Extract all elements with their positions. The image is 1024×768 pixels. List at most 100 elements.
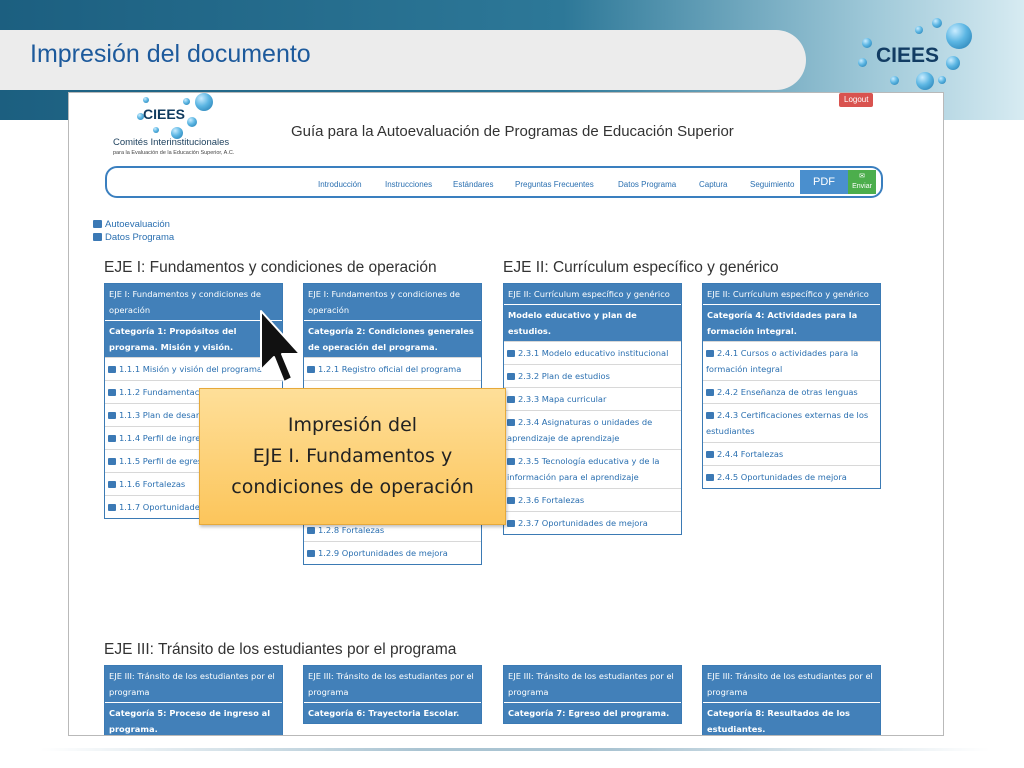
callout-box: Impresión del EJE I. Fundamentos y condi… — [199, 388, 506, 525]
app-logo-subtitle: Comités Interinstitucionales — [113, 137, 230, 148]
link-datos-programa[interactable]: Datos Programa — [93, 232, 174, 243]
bubble-icon — [932, 18, 942, 28]
slide-title: Impresión del documento — [30, 40, 311, 68]
bubble-icon — [946, 23, 972, 49]
nav-instrucciones[interactable]: Instrucciones — [385, 180, 432, 189]
card-header: EJE III: Tránsito de los estudiantes por… — [304, 666, 481, 703]
list-item[interactable]: 2.3.4 Asignaturas o unidades de aprendiz… — [504, 410, 681, 449]
printer-icon — [507, 350, 515, 357]
card-header: EJE I: Fundamentos y condiciones de oper… — [304, 284, 481, 321]
nav-introduccion[interactable]: Introducción — [318, 180, 362, 189]
list-item[interactable]: 1.2.1 Registro oficial del programa — [304, 357, 481, 380]
list-item[interactable]: 2.3.6 Fortalezas — [504, 488, 681, 511]
app-logo-subtitle-small: para la Evaluación de la Educación Super… — [113, 150, 235, 156]
list-item-label: 2.4.5 Oportunidades de mejora — [717, 472, 847, 482]
bubble-icon — [187, 117, 197, 127]
card-eje3-cat5: EJE III: Tránsito de los estudiantes por… — [104, 665, 283, 735]
bubble-icon — [195, 93, 213, 111]
card-header: EJE I: Fundamentos y condiciones de oper… — [105, 284, 282, 321]
nav-datos-programa[interactable]: Datos Programa — [618, 180, 676, 189]
card-header: EJE II: Currículum específico y genérico — [504, 284, 681, 305]
printer-icon — [706, 474, 714, 481]
link-label: Autoevaluación — [105, 219, 170, 230]
section-eje-2: EJE II: Currículum específico y genérico — [503, 259, 779, 276]
send-button[interactable]: ✉ Enviar — [848, 170, 876, 194]
printer-icon — [307, 527, 315, 534]
section-eje-3: EJE III: Tránsito de los estudiantes por… — [104, 641, 457, 658]
list-item-label: 1.2.1 Registro oficial del programa — [318, 364, 462, 374]
card-category: Categoría 5: Proceso de ingreso al progr… — [105, 703, 282, 735]
section-eje-1: EJE I: Fundamentos y condiciones de oper… — [104, 259, 437, 276]
card-header: EJE III: Tránsito de los estudiantes por… — [105, 666, 282, 703]
list-item[interactable]: 2.4.4 Fortalezas — [703, 442, 880, 465]
list-item-label: 2.4.1 Cursos o actividades para la forma… — [706, 348, 859, 374]
list-item[interactable]: 2.4.1 Cursos o actividades para la forma… — [703, 341, 880, 380]
card-header: EJE II: Currículum específico y genérico — [703, 284, 880, 305]
printer-icon — [93, 220, 102, 228]
card-category: Categoría 6: Trayectoria Escolar. — [304, 703, 481, 723]
nav-estandares[interactable]: Estándares — [453, 180, 493, 189]
card-header: EJE III: Tránsito de los estudiantes por… — [703, 666, 880, 703]
card-category: Categoría 4: Actividades para la formaci… — [703, 305, 880, 341]
list-item[interactable]: 2.3.2 Plan de estudios — [504, 364, 681, 387]
app-logo: CIEES Comités Interinstitucionales para … — [113, 93, 243, 168]
nav-captura[interactable]: Captura — [699, 180, 727, 189]
printer-icon — [307, 550, 315, 557]
card-eje2-cat3: EJE II: Currículum específico y genérico… — [503, 283, 682, 535]
printer-icon — [706, 412, 714, 419]
card-eje3-cat7: EJE III: Tránsito de los estudiantes por… — [503, 665, 682, 724]
callout-line: condiciones de operación — [231, 476, 474, 498]
list-item[interactable]: 2.3.1 Modelo educativo institucional — [504, 341, 681, 364]
printer-icon — [507, 396, 515, 403]
list-item-label: 1.1.6 Fortalezas — [119, 479, 186, 489]
printer-icon — [706, 389, 714, 396]
bubble-icon — [858, 58, 867, 67]
card-eje3-cat8: EJE III: Tránsito de los estudiantes por… — [702, 665, 881, 735]
list-item-label: 1.2.8 Fortalezas — [318, 525, 385, 535]
card-category: Categoría 7: Egreso del programa. — [504, 703, 681, 723]
list-item-label: 2.4.3 Certificaciones externas de los es… — [706, 410, 869, 436]
list-item-label: 2.3.3 Mapa curricular — [518, 394, 607, 404]
pdf-button[interactable]: PDF — [800, 170, 848, 194]
card-category: Categoría 8: Resultados de los estudiant… — [703, 703, 880, 735]
list-item-label: 2.3.4 Asignaturas o unidades de aprendiz… — [507, 417, 653, 443]
bubble-icon — [938, 76, 946, 84]
bubble-icon — [183, 98, 190, 105]
list-item-label: 2.3.7 Oportunidades de mejora — [518, 518, 648, 528]
printer-icon — [108, 458, 116, 465]
printer-icon — [108, 412, 116, 419]
list-item[interactable]: 2.4.2 Enseñanza de otras lenguas — [703, 380, 880, 403]
list-item-label: 2.3.2 Plan de estudios — [518, 371, 610, 381]
list-item[interactable]: 2.3.5 Tecnología educativa y de la infor… — [504, 449, 681, 488]
bubble-icon — [946, 56, 960, 70]
list-item[interactable]: 2.4.5 Oportunidades de mejora — [703, 465, 880, 488]
ciees-logo: CIEES — [850, 18, 1000, 98]
printer-icon — [507, 419, 515, 426]
bubble-icon — [143, 97, 149, 103]
printer-icon — [507, 497, 515, 504]
printer-icon — [507, 373, 515, 380]
nav-preguntas-frecuentes[interactable]: Preguntas Frecuentes — [515, 180, 594, 189]
logout-button[interactable]: Logout — [839, 93, 874, 107]
printer-icon — [706, 451, 714, 458]
link-autoevaluacion[interactable]: Autoevaluación — [93, 219, 170, 230]
printer-icon — [108, 504, 116, 511]
list-item[interactable]: 1.2.9 Oportunidades de mejora — [304, 541, 481, 564]
card-eje2-cat4: EJE II: Currículum específico y genérico… — [702, 283, 881, 489]
list-item[interactable]: 2.4.3 Certificaciones externas de los es… — [703, 403, 880, 442]
callout-text: Impresión del EJE I. Fundamentos y condi… — [231, 410, 473, 503]
printer-icon — [507, 520, 515, 527]
list-item[interactable]: 2.3.7 Oportunidades de mejora — [504, 511, 681, 534]
printer-icon — [108, 435, 116, 442]
nav-seguimiento[interactable]: Seguimiento — [750, 180, 794, 189]
list-item-label: 1.1.1 Misión y visión del programa — [119, 364, 262, 374]
card-category: Modelo educativo y plan de estudios. — [504, 305, 681, 341]
callout-line: Impresión del — [287, 414, 418, 436]
list-item[interactable]: 2.3.3 Mapa curricular — [504, 387, 681, 410]
card-category: Categoría 1: Propósitos del programa. Mi… — [105, 321, 282, 357]
list-item[interactable]: 1.1.1 Misión y visión del programa — [105, 357, 282, 380]
bubble-icon — [916, 72, 934, 90]
bubble-icon — [890, 76, 899, 85]
list-item-label: 2.3.6 Fortalezas — [518, 495, 585, 505]
bottom-divider — [40, 748, 990, 751]
